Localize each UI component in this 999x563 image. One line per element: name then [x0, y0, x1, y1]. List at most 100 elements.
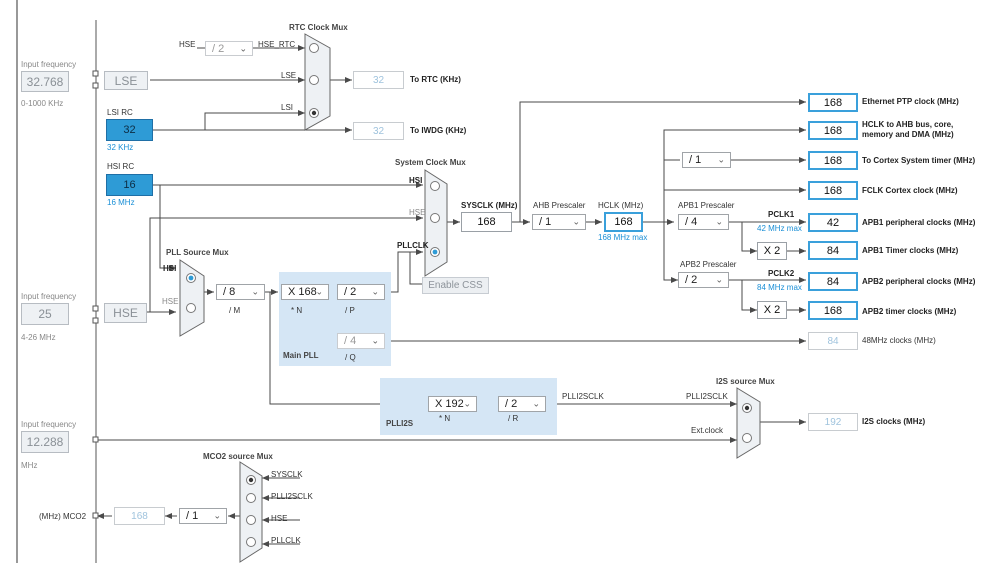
iwdg-output-label: To IWDG (KHz): [410, 126, 467, 135]
pll-m-divider-select[interactable]: / 8 ⌄: [216, 284, 265, 300]
pclk2-label: PCLK2: [768, 269, 795, 278]
mco2-plli2sclk-radio[interactable]: [245, 492, 257, 504]
pclk2-max: 84 MHz max: [757, 283, 802, 292]
lse-input-caption: Input frequency: [21, 60, 77, 69]
plli2s-r-label: / R: [508, 414, 519, 423]
pll-m-label: / M: [229, 306, 241, 315]
pll-source-hse-label: HSE: [162, 297, 179, 306]
lsi-title: LSI RC: [107, 108, 133, 117]
hsi-title: HSI RC: [107, 162, 135, 171]
apb2-peripheral-clocks-label: APB2 peripheral clocks (MHz): [862, 277, 976, 286]
apb1-timer-clocks-label: APB1 Timer clocks (MHz): [862, 246, 959, 255]
rtc-hse-rtc-label: HSE_RTC: [258, 40, 296, 49]
hse-input-frequency[interactable]: 25: [21, 303, 69, 325]
apb2-prescaler-select[interactable]: / 2 ⌄: [678, 272, 729, 288]
cortex-timer-divider-value: / 1: [689, 154, 702, 166]
ahb-prescaler-select[interactable]: / 1 ⌄: [532, 214, 586, 230]
pll-source-hse-radio[interactable]: [185, 302, 197, 314]
enable-css-button[interactable]: Enable CSS: [422, 277, 489, 294]
sysmux-pllclk-label: PLLCLK: [397, 241, 429, 250]
rtc-hse-divider-select[interactable]: / 2 ⌄: [205, 41, 253, 56]
chevron-down-icon: ⌄: [371, 335, 379, 346]
chevron-down-icon: ⌄: [251, 286, 259, 297]
hse-input-caption: Input frequency: [21, 292, 77, 301]
mco2-output-label: (MHz) MCO2: [39, 512, 87, 521]
i2s-plli2sclk-label: PLLI2SCLK: [686, 392, 728, 401]
mco2-mux-title: MCO2 source Mux: [203, 452, 273, 461]
sysmux-hse-radio[interactable]: [429, 212, 441, 224]
mco2-hse-label: HSE: [271, 514, 288, 523]
i2s-ext-clock-label: Ext.clock: [691, 426, 724, 435]
clock-48mhz-value: 84: [808, 332, 858, 350]
mco2-sysclk-radio[interactable]: [245, 474, 257, 486]
mco2-pllclk-radio[interactable]: [245, 536, 257, 548]
chevron-down-icon: ⌄: [532, 398, 540, 409]
apb2-peripheral-clocks-value[interactable]: 84: [808, 272, 858, 291]
i2s-mux-title: I2S source Mux: [716, 377, 775, 386]
main-pll-title: Main PLL: [283, 351, 319, 360]
pll-source-hsi-radio[interactable]: [185, 272, 197, 284]
apb2-prescaler-label: APB2 Prescaler: [680, 260, 737, 269]
mco2-divider-select[interactable]: / 1 ⌄: [179, 508, 227, 524]
hclk-max: 168 MHz max: [598, 233, 648, 242]
mco2-pllclk-label: PLLCLK: [271, 536, 301, 545]
apb1-peripheral-clocks-label: APB1 peripheral clocks (MHz): [862, 218, 976, 227]
fclk-cortex-clock-value[interactable]: 168: [808, 181, 858, 200]
chevron-down-icon: ⌄: [371, 286, 379, 297]
lse-range: 0-1000 KHz: [21, 99, 64, 108]
pll-p-label: / P: [345, 306, 355, 315]
lse-input-frequency[interactable]: 32.768: [21, 71, 69, 92]
fclk-cortex-clock-label: FCLK Cortex clock (MHz): [862, 186, 958, 195]
pll-n-label: * N: [291, 306, 303, 315]
apb1-timer-clocks-value[interactable]: 84: [808, 241, 858, 260]
rtc-mux-title: RTC Clock Mux: [289, 23, 348, 32]
mco2-divider-value: / 1: [186, 510, 199, 522]
ext-input-frequency[interactable]: 12.288: [21, 431, 69, 453]
sysclk-value: 168: [461, 212, 512, 232]
cortex-timer-divider-select[interactable]: / 1 ⌄: [682, 152, 731, 168]
cortex-system-timer-value[interactable]: 168: [808, 151, 858, 170]
pclk1-max: 42 MHz max: [757, 224, 802, 233]
pll-q-divider-select[interactable]: / 4 ⌄: [337, 333, 385, 349]
pll-p-divider-select[interactable]: / 2 ⌄: [337, 284, 385, 300]
sysmux-hse-label: HSE: [409, 208, 426, 217]
plli2s-title: PLLI2S: [386, 419, 414, 428]
pll-m-value: / 8: [223, 286, 236, 298]
i2s-plli2sclk-radio[interactable]: [741, 402, 753, 414]
apb1-prescaler-select[interactable]: / 4 ⌄: [678, 214, 729, 230]
plli2s-r-value: / 2: [505, 398, 518, 410]
mco2-plli2sclk-label: PLLI2SCLK: [271, 492, 313, 501]
apb1-timer-multiplier: X 2: [757, 242, 787, 260]
mco2-hse-radio[interactable]: [245, 514, 257, 526]
pclk1-label: PCLK1: [768, 210, 795, 219]
hclk-ahb-value[interactable]: 168: [808, 121, 858, 140]
hclk-label: HCLK (MHz): [598, 201, 644, 210]
rtc-hse-divider-value: / 2: [212, 42, 225, 55]
mco2-sysclk-label: SYSCLK: [271, 470, 303, 479]
ethernet-ptp-clock-value[interactable]: 168: [808, 93, 858, 112]
sysmux-pllclk-radio[interactable]: [429, 246, 441, 258]
hsi-source-box: 16: [106, 174, 153, 196]
lsi-source-box: 32: [106, 119, 153, 141]
ahb-prescaler-label: AHB Prescaler: [533, 201, 586, 210]
plli2s-n-value: X 192: [435, 398, 464, 410]
apb2-timer-clocks-value[interactable]: 168: [808, 301, 858, 320]
apb1-prescaler-value: / 4: [685, 216, 698, 228]
hclk-value-input[interactable]: 168: [604, 212, 643, 232]
pll-q-label: / Q: [345, 353, 356, 362]
plli2s-r-divider-select[interactable]: / 2 ⌄: [498, 396, 546, 412]
hse-range: 4-26 MHz: [21, 333, 56, 342]
rtc-output-value: 32: [353, 71, 404, 89]
chevron-down-icon: ⌄: [463, 398, 471, 409]
plli2s-n-multiplier-select[interactable]: X 192 ⌄: [428, 396, 477, 412]
pll-n-multiplier-select[interactable]: X 168 ⌄: [281, 284, 329, 300]
apb2-timer-clocks-label: APB2 timer clocks (MHz): [862, 307, 957, 316]
i2s-ext-clock-radio[interactable]: [741, 432, 753, 444]
apb2-timer-multiplier: X 2: [757, 301, 787, 319]
apb1-peripheral-clocks-value[interactable]: 42: [808, 213, 858, 232]
chevron-down-icon: ⌄: [715, 274, 723, 285]
sysmux-hsi-radio[interactable]: [429, 180, 441, 192]
plli2s-out-label: PLLI2SCLK: [562, 392, 604, 401]
chevron-down-icon: ⌄: [715, 216, 723, 227]
i2s-clock-label: I2S clocks (MHz): [862, 417, 926, 426]
